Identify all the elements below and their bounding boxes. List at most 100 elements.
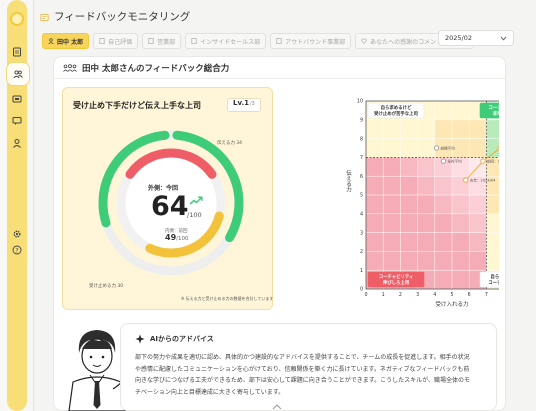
logo-icon[interactable] — [10, 12, 24, 26]
advice-line: チベーション向上と目標達成に大きく寄与しています。 — [135, 388, 285, 396]
matrix-cell — [383, 157, 401, 177]
previous-score-max: /100 — [176, 236, 189, 242]
x-tick-label: 1 — [382, 292, 385, 298]
y-tick-label: 3 — [360, 230, 363, 236]
matrix-cell — [366, 138, 384, 158]
matrix-cell — [400, 195, 418, 215]
tab-sales[interactable]: 営業部 — [142, 33, 182, 49]
tab-inside-sales[interactable]: インサイドセールス部 — [185, 33, 267, 49]
matrix-cell — [434, 101, 453, 121]
matrix-cell — [452, 251, 470, 271]
tab-label: 営業部 — [157, 38, 176, 46]
quadrant-label: 非常に高い上司 — [493, 110, 499, 117]
gauge-panel: 受け止め下手だけど伝え上手な上司 Lv.1 /3 伝える力 34 受け止める力 … — [62, 87, 273, 310]
matrix-cell — [434, 251, 453, 271]
matrix-cell — [486, 119, 504, 139]
page-header: フィードバックモニタリング — [40, 8, 190, 24]
matrix-cell — [366, 176, 384, 196]
matrix-cell — [452, 195, 470, 215]
matrix-point[interactable] — [480, 158, 486, 164]
y-tick-label: 4 — [360, 212, 363, 218]
quadrant-label: 伸びしろ上司 — [382, 279, 409, 286]
panel-note: ※ 伝える力と受け止める力の数値を合計しています — [181, 296, 274, 301]
matrix-cell — [434, 232, 453, 252]
matrix-point[interactable] — [497, 145, 503, 151]
period-value: 2025/02 — [445, 34, 473, 42]
y-tick-label: 6 — [360, 174, 363, 180]
tab-outbound[interactable]: アウトバウンド事業部 — [270, 33, 352, 49]
help-icon[interactable]: ? — [9, 242, 25, 258]
x-tick-label: 5 — [450, 292, 453, 298]
level-value: Lv.1 — [233, 99, 249, 107]
ai-sparkle-icon — [135, 334, 145, 344]
tab-label: 自己評価 — [108, 38, 133, 46]
tab-self-review[interactable]: 自己評価 — [93, 33, 139, 49]
people-icon[interactable] — [7, 63, 29, 85]
matrix-point[interactable] — [463, 177, 469, 183]
matrix-cell — [417, 176, 436, 196]
gear-icon[interactable] — [9, 226, 25, 242]
chevron-down-icon — [500, 36, 507, 41]
matrix-point[interactable] — [433, 145, 440, 151]
ai-advice-card: AIからのアドバイス 部下の努力や成果を適切に認め、具体的かつ建設的なアドバイス… — [120, 323, 497, 411]
tab-label: 田中 太郎 — [57, 38, 84, 46]
matrix-cell — [417, 251, 436, 271]
matrix-cell — [417, 138, 436, 158]
person-icon — [48, 38, 54, 44]
previous-score-value: 49 — [165, 233, 177, 242]
users-icon[interactable] — [9, 135, 25, 151]
level-badge: Lv.1 /3 — [227, 98, 261, 112]
matrix-cell — [452, 213, 470, 233]
matrix-point[interactable] — [440, 158, 447, 164]
x-tick-label: 0 — [364, 292, 367, 298]
coachability-matrix: 001122334455667788991010受け入れる力伝える力自ら求めるけ… — [281, 94, 536, 314]
x-tick-label: 3 — [416, 292, 419, 298]
chevron-up-icon[interactable] — [272, 403, 282, 411]
matrix-cell — [366, 157, 384, 177]
matrix-cell — [417, 232, 436, 252]
chat-icon[interactable] — [9, 113, 25, 129]
matrix-cell — [400, 213, 418, 233]
matrix-cell — [469, 251, 487, 271]
matrix-cell — [400, 138, 418, 158]
matrix-cell — [486, 195, 504, 215]
y-tick-label: 2 — [360, 249, 363, 255]
matrix-cell — [366, 251, 384, 271]
matrix-cell — [434, 270, 453, 290]
matrix-cell — [452, 101, 470, 121]
matrix-cell — [486, 251, 504, 271]
matrix-cell — [434, 213, 453, 233]
heart-icon — [361, 38, 367, 44]
matrix-cell — [383, 176, 401, 196]
document-icon[interactable] — [9, 44, 25, 60]
x-axis-label: 受け入れる力 — [435, 300, 468, 308]
y-tick-label: 1 — [360, 268, 363, 274]
matrix-cell — [417, 157, 436, 177]
matrix-cell — [486, 213, 504, 233]
quadrant-label: 受け止めが苦手な上司 — [374, 110, 418, 117]
document-icon — [276, 38, 282, 44]
matrix-cell — [452, 119, 470, 139]
matrix-cell — [452, 270, 470, 290]
matrix-cell — [486, 232, 504, 252]
matrix-cell — [417, 195, 436, 215]
quadrant-label: コーチャビリティ — [379, 273, 414, 280]
trend-up-icon — [189, 196, 203, 205]
matrix-cell — [400, 119, 418, 139]
layers-icon[interactable] — [9, 91, 25, 107]
quadrant-label: コーチャブルな上司 — [488, 279, 499, 286]
quadrant-label: 自ら求めるけど — [381, 104, 412, 111]
matrix-cell — [383, 119, 401, 139]
matrix-cell — [417, 119, 436, 139]
matrix-cell — [366, 213, 384, 233]
y-tick-label: 10 — [357, 99, 363, 105]
matrix-cell — [400, 176, 418, 196]
tab-tanaka[interactable]: 田中 太郎 — [42, 33, 90, 49]
gauge-score: 64 — [151, 191, 189, 222]
advice-line: 部下の努力や成果を適切に認め、具体的かつ建設的なアドバイスを提供することで、チー… — [135, 354, 470, 361]
matrix-cell — [366, 232, 384, 252]
period-select[interactable]: 2025/02 — [438, 30, 514, 46]
matrix-cell — [383, 138, 401, 158]
y-axis-label: 伝える力 — [345, 169, 352, 194]
previous-score: 49/100 — [165, 233, 189, 242]
